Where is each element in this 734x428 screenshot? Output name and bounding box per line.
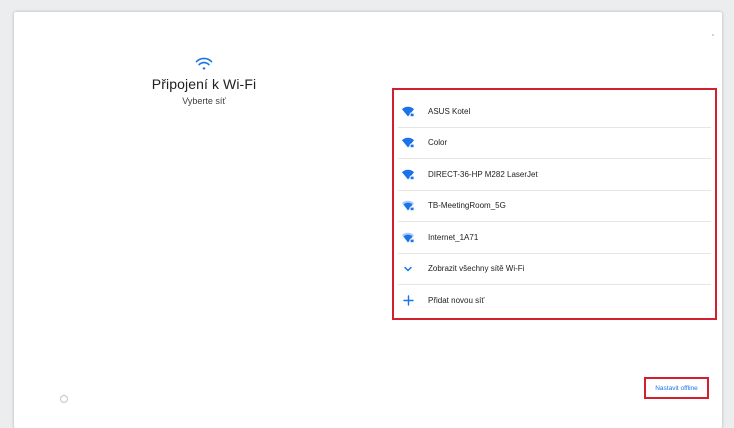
set-offline-label: Nastavit offline: [655, 384, 698, 392]
network-label: Color: [428, 138, 448, 148]
network-item-asus-kotel[interactable]: ASUS Kotel: [398, 96, 711, 128]
show-all-networks-button[interactable]: Zobrazit všechny sítě Wi-Fi: [398, 254, 711, 285]
corner-dot: [712, 34, 714, 36]
page-subtitle: Vyberte síť: [182, 96, 226, 106]
network-label: ASUS Kotel: [428, 106, 471, 116]
network-label: DIRECT-36-HP M282 LaserJet: [428, 169, 538, 179]
network-item-tb-meetingroom[interactable]: TB-MeetingRoom_5G: [398, 191, 711, 222]
wifi-locked-icon: [402, 200, 414, 212]
wifi-locked-icon: [402, 105, 414, 117]
chevron-down-icon: [402, 263, 414, 275]
network-item-color[interactable]: Color: [398, 128, 711, 159]
wifi-locked-icon: [402, 137, 414, 149]
setup-screen: Připojení k Wi-Fi Vyberte síť ASUS Kotel: [14, 12, 722, 428]
accessibility-icon[interactable]: [60, 395, 68, 403]
set-offline-button[interactable]: Nastavit offline: [644, 377, 709, 399]
page-title: Připojení k Wi-Fi: [151, 76, 257, 92]
wifi-icon: [195, 57, 213, 70]
wifi-locked-icon: [402, 168, 414, 180]
network-item-internet-1a71[interactable]: Internet_1A71: [398, 222, 711, 254]
add-network-button[interactable]: Přidat novou síť: [398, 285, 711, 317]
network-item-direct-hp[interactable]: DIRECT-36-HP M282 LaserJet: [398, 159, 711, 191]
wifi-locked-icon: [402, 231, 414, 243]
network-label: Internet_1A71: [428, 232, 479, 242]
network-list: ASUS Kotel Color DIRECT-36-HP M282 Laser…: [398, 96, 711, 317]
show-all-networks-label: Zobrazit všechny sítě Wi-Fi: [428, 264, 525, 274]
plus-icon: [402, 295, 414, 307]
add-network-label: Přidat novou síť: [428, 296, 485, 306]
wifi-header-panel: Připojení k Wi-Fi Vyberte síť: [109, 56, 299, 106]
network-list-panel: ASUS Kotel Color DIRECT-36-HP M282 Laser…: [392, 88, 717, 320]
network-label: TB-MeetingRoom_5G: [428, 201, 506, 211]
